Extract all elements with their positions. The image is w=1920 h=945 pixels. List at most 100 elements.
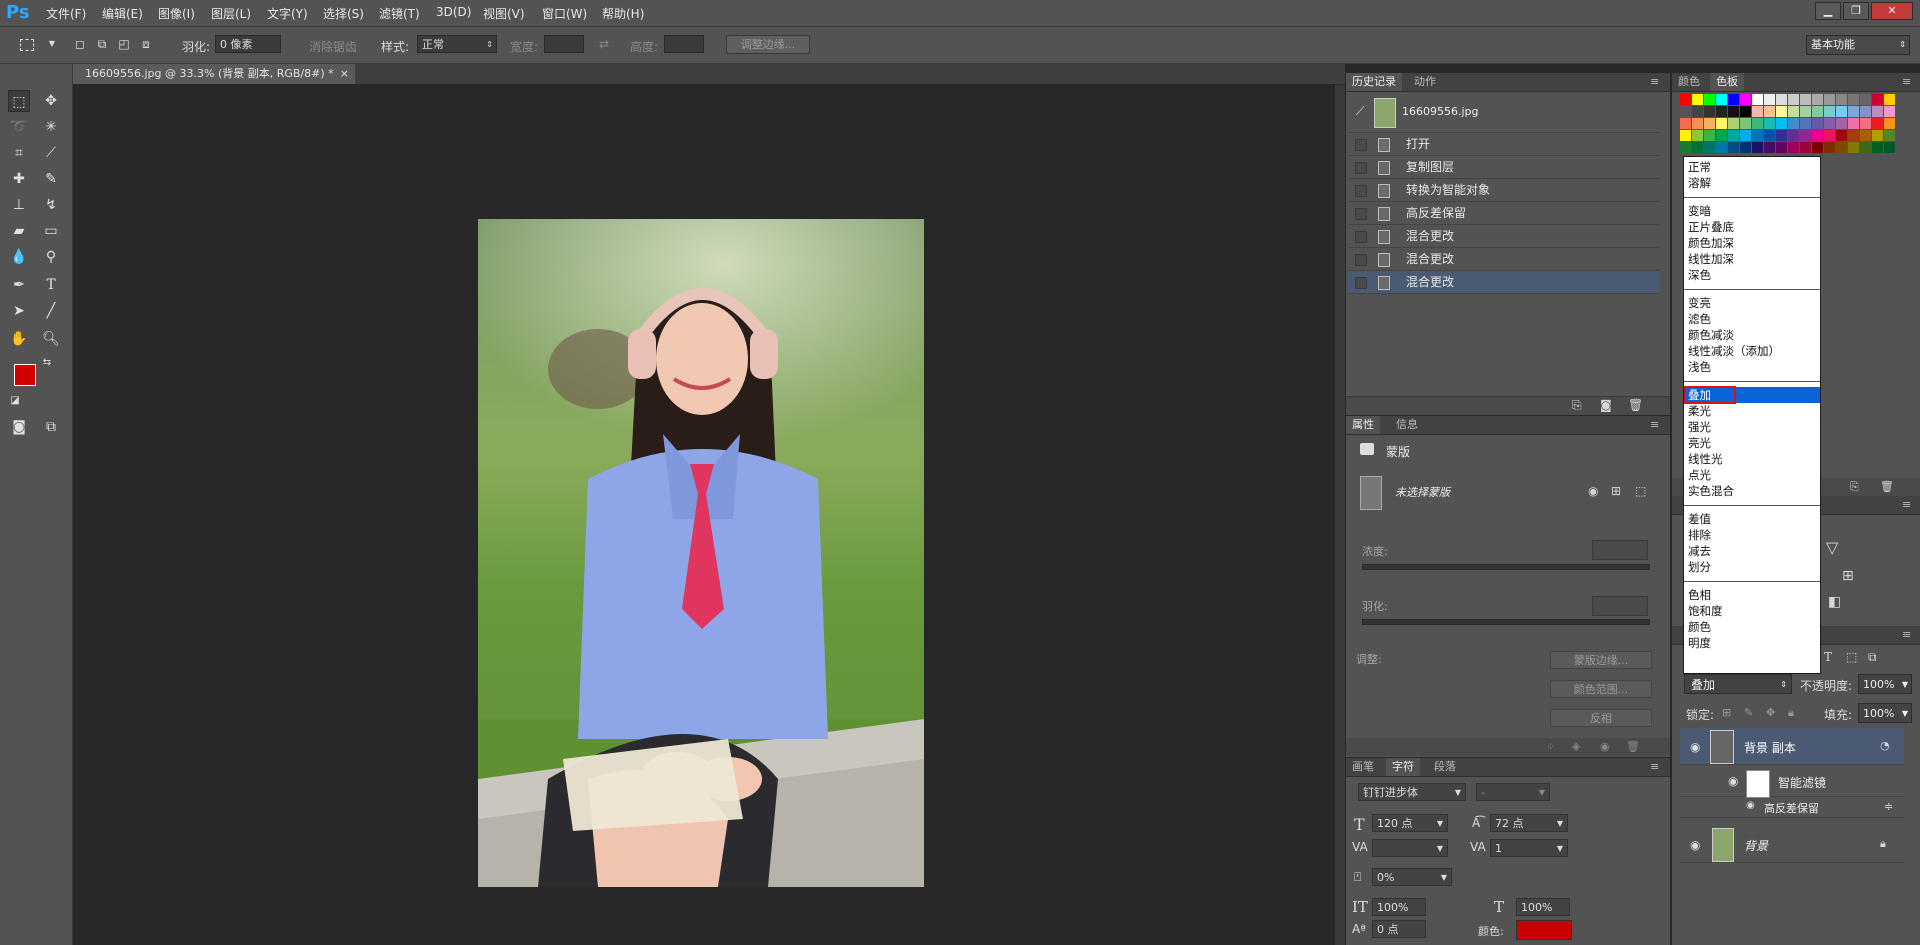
document-tab-close-icon[interactable]: ×	[340, 64, 349, 84]
snapshot-camera-icon[interactable]: ◙	[1600, 398, 1612, 412]
color-swatch[interactable]	[1692, 94, 1703, 105]
tab-info[interactable]: 信息	[1390, 416, 1424, 434]
color-swatch[interactable]	[1764, 130, 1775, 141]
gradient-tool-icon[interactable]: ▭	[40, 220, 62, 242]
blend-mode-option[interactable]: 颜色减淡	[1684, 327, 1820, 343]
fill-input[interactable]: 100% ▼	[1858, 703, 1912, 723]
delete-mask-icon[interactable]: 🗑︎	[1626, 740, 1640, 753]
color-swatch[interactable]	[1788, 94, 1799, 105]
styles-triangle-icon[interactable]: ▽	[1826, 538, 1838, 557]
color-swatch[interactable]	[1824, 94, 1835, 105]
color-swatch[interactable]	[1884, 118, 1895, 129]
color-swatch[interactable]	[1812, 94, 1823, 105]
invert-button[interactable]: 反相	[1550, 709, 1652, 727]
foreground-color-swatch[interactable]	[14, 364, 36, 386]
line-tool-icon[interactable]: ╱	[40, 300, 62, 322]
color-swatch[interactable]	[1752, 130, 1763, 141]
color-swatch[interactable]	[1860, 106, 1871, 117]
color-swatch[interactable]	[1836, 142, 1847, 153]
new-swatch-icon[interactable]: ⎘	[1850, 480, 1859, 494]
blend-mode-option[interactable]: 亮光	[1684, 435, 1820, 451]
marquee-tool-icon[interactable]	[20, 39, 34, 51]
color-swatch[interactable]	[1860, 142, 1871, 153]
rect-marquee-tool-icon[interactable]: ⬚	[8, 90, 30, 112]
blend-mode-option[interactable]: 点光	[1684, 467, 1820, 483]
restore-button[interactable]: ❐	[1843, 2, 1869, 20]
history-item-checkbox[interactable]	[1355, 139, 1367, 151]
delete-swatch-icon[interactable]: 🗑︎	[1880, 480, 1894, 493]
visibility-eye-icon[interactable]: ◉	[1690, 838, 1700, 852]
close-button[interactable]: ✕	[1871, 2, 1913, 20]
menu-3d[interactable]: 3D(D)	[436, 5, 471, 19]
history-item[interactable]: 复制图层	[1348, 156, 1660, 179]
menu-window[interactable]: 窗口(W)	[542, 5, 587, 22]
subtract-selection-icon[interactable]: ◰	[116, 36, 132, 52]
styles-grid-icon[interactable]: ⊞	[1842, 568, 1854, 584]
blend-mode-option[interactable]: 变暗	[1684, 203, 1820, 219]
font-family-select[interactable]: 钉钉进步体 ▼	[1358, 783, 1466, 801]
color-swatch[interactable]	[1884, 94, 1895, 105]
menu-view[interactable]: 视图(V)	[483, 5, 525, 22]
density-input[interactable]	[1592, 540, 1648, 560]
filter-options-icon[interactable]: ≑	[1884, 800, 1893, 813]
history-item[interactable]: 转换为智能对象	[1348, 179, 1660, 202]
menu-layer[interactable]: 图层(L)	[211, 5, 251, 22]
lock-position-icon[interactable]: ✥	[1766, 706, 1775, 719]
history-item[interactable]: 混合更改	[1348, 225, 1660, 248]
menu-filter[interactable]: 滤镜(T)	[379, 5, 420, 22]
color-swatch[interactable]	[1752, 118, 1763, 129]
history-item-checkbox[interactable]	[1355, 185, 1367, 197]
color-swatch[interactable]	[1680, 142, 1691, 153]
quick-mask-icon[interactable]: ◙	[8, 416, 30, 438]
color-swatch[interactable]	[1716, 106, 1727, 117]
history-snapshot[interactable]: ⟋ 16609556.jpg	[1348, 94, 1660, 133]
color-swatch[interactable]	[1788, 130, 1799, 141]
document-tab[interactable]: 16609556.jpg @ 33.3% (背景 副本, RGB/8#) * ×	[73, 64, 355, 84]
filter-type-icon[interactable]: T	[1824, 650, 1832, 664]
color-swatch[interactable]	[1680, 130, 1691, 141]
blend-mode-select[interactable]: 叠加 ⇕	[1684, 674, 1792, 694]
zoom-tool-icon[interactable]: 🔍︎	[40, 328, 62, 350]
clone-stamp-tool-icon[interactable]: ⊥	[8, 194, 30, 216]
font-style-select[interactable]: - ▼	[1476, 783, 1550, 801]
vector-mask-icon[interactable]: ⊞	[1611, 484, 1621, 498]
menu-type[interactable]: 文字(Y)	[267, 5, 308, 22]
blend-mode-option[interactable]: 线性光	[1684, 451, 1820, 467]
blend-mode-option[interactable]: 实色混合	[1684, 483, 1820, 499]
color-swatch[interactable]	[1776, 142, 1787, 153]
swatches-menu-icon[interactable]: ≡	[1896, 73, 1917, 91]
blend-mode-option[interactable]: 划分	[1684, 559, 1820, 575]
brush-tool-icon[interactable]: ✎	[40, 168, 62, 190]
tab-brush[interactable]: 画笔	[1346, 758, 1380, 776]
tab-actions[interactable]: 动作	[1408, 73, 1442, 91]
history-item-checkbox[interactable]	[1355, 277, 1367, 289]
color-swatch[interactable]	[1764, 106, 1775, 117]
color-swatch[interactable]	[1752, 142, 1763, 153]
color-swatch[interactable]	[1800, 130, 1811, 141]
styles-gradient-icon[interactable]: ◧	[1828, 594, 1841, 610]
kerning-input[interactable]: ▼	[1372, 839, 1448, 857]
blend-mode-option[interactable]: 颜色加深	[1684, 235, 1820, 251]
color-swatch[interactable]	[1740, 118, 1751, 129]
color-swatch[interactable]	[1788, 142, 1799, 153]
feather-prop-input[interactable]	[1592, 596, 1648, 616]
toggle-mask-eye-icon[interactable]: ◉	[1600, 740, 1610, 753]
color-swatch[interactable]	[1728, 94, 1739, 105]
color-swatch[interactable]	[1704, 130, 1715, 141]
history-brush-tool-icon[interactable]: ↯	[40, 194, 62, 216]
color-swatch[interactable]	[1740, 106, 1751, 117]
opacity-input[interactable]: 100% ▼	[1858, 674, 1912, 694]
history-item-checkbox[interactable]	[1355, 254, 1367, 266]
color-swatch[interactable]	[1740, 130, 1751, 141]
color-swatch[interactable]	[1812, 130, 1823, 141]
blend-mode-option[interactable]: 溶解	[1684, 175, 1820, 191]
color-swatch[interactable]	[1764, 94, 1775, 105]
color-swatch[interactable]	[1872, 130, 1883, 141]
lasso-tool-icon[interactable]: ➰	[8, 116, 30, 138]
blend-mode-option[interactable]: 明度	[1684, 635, 1820, 651]
color-swatch[interactable]	[1752, 106, 1763, 117]
lock-all-icon[interactable]: 🔒︎	[1788, 706, 1794, 720]
history-item[interactable]: 打开	[1348, 133, 1660, 156]
layer-row-selected[interactable]: ◉ 背景 副本 ◔	[1680, 728, 1904, 765]
layer-row[interactable]: ◉ 高反差保留 ≑	[1680, 797, 1904, 818]
